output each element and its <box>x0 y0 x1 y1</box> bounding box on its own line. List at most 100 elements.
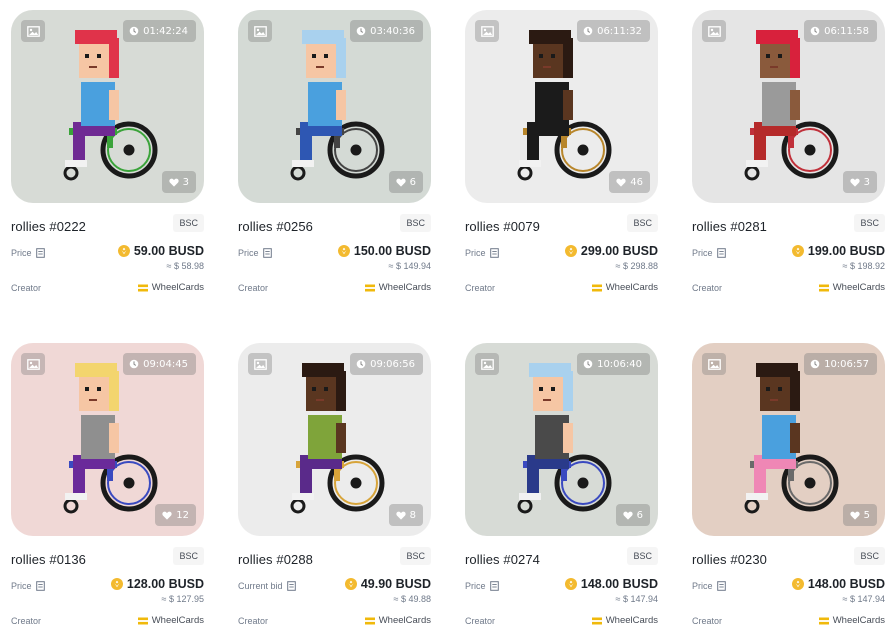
creator-link[interactable]: WheelCards <box>591 615 658 625</box>
character-shoes <box>292 493 314 500</box>
price-label: Price <box>11 581 45 591</box>
character-shins <box>527 467 539 495</box>
price-label: Price <box>238 248 272 258</box>
nft-thumbnail[interactable]: 10:06:40 6 <box>465 343 658 536</box>
nft-thumbnail[interactable]: 10:06:57 5 <box>692 343 885 536</box>
busd-coin-icon <box>117 245 130 257</box>
clock-icon <box>356 26 366 36</box>
usd-equivalent: ≈ $ 147.94 <box>843 594 885 604</box>
price-value: 148.00 BUSD <box>791 577 885 591</box>
creator-link[interactable]: WheelCards <box>818 282 885 293</box>
usd-equivalent: ≈ $ 147.94 <box>616 594 658 604</box>
creator-label-text: Creator <box>465 616 496 625</box>
nft-card[interactable]: 06:11:32 46 rollies #0079 BSC Price 299.… <box>454 2 662 302</box>
chain-text: BSC <box>179 551 198 561</box>
price-label: Price <box>692 248 726 258</box>
nft-thumbnail[interactable]: 01:42:24 3 <box>11 10 204 203</box>
character-eye <box>766 54 770 58</box>
likes-text: 6 <box>636 509 643 521</box>
character-mouth <box>89 399 97 401</box>
nft-thumbnail[interactable]: 06:11:32 46 <box>465 10 658 203</box>
character-arm <box>790 90 800 120</box>
heart-icon <box>395 178 406 187</box>
nft-card[interactable]: 01:42:24 3 rollies #0222 BSC Price 59.00… <box>0 2 208 302</box>
wheelchair-hub <box>350 477 362 489</box>
title-text: rollies #0230 <box>692 552 768 567</box>
creator-link[interactable]: WheelCards <box>364 282 431 293</box>
nft-card[interactable]: 09:04:45 12 rollies #0136 BSC Price 128.… <box>0 335 208 625</box>
price-label-text: Price <box>692 248 713 258</box>
character-mouth <box>316 399 324 401</box>
nft-card[interactable]: 06:11:58 3 rollies #0281 BSC Price 199.0… <box>681 2 885 302</box>
nft-title[interactable]: rollies #0256 <box>238 219 313 234</box>
creator-link[interactable]: WheelCards <box>137 615 204 625</box>
character-eye <box>312 54 316 58</box>
nft-thumbnail[interactable]: 03:40:36 6 <box>238 10 431 203</box>
nft-title[interactable]: rollies #0230 <box>692 552 767 567</box>
price-text: 199.00 BUSD <box>807 244 885 258</box>
creator-link[interactable]: WheelCards <box>591 282 658 293</box>
like-button[interactable]: 6 <box>615 504 650 526</box>
nft-title[interactable]: rollies #0222 <box>11 219 86 234</box>
character-head <box>760 373 794 411</box>
chain-badge: BSC <box>627 547 658 565</box>
like-button[interactable]: 3 <box>161 171 196 193</box>
character-head <box>306 373 340 411</box>
nft-title[interactable]: rollies #0274 <box>465 552 540 567</box>
nft-thumbnail[interactable]: 09:06:56 8 <box>238 343 431 536</box>
character-eye <box>97 387 101 391</box>
nft-title[interactable]: rollies #0281 <box>692 219 767 234</box>
price-label: Price <box>465 581 499 591</box>
creator-link[interactable]: WheelCards <box>137 282 204 293</box>
like-button[interactable]: 3 <box>842 171 877 193</box>
chain-text: BSC <box>406 551 425 561</box>
creator-link[interactable]: WheelCards <box>818 615 885 625</box>
character-arm <box>336 90 346 120</box>
creator-label-text: Creator <box>11 283 42 293</box>
title-text: rollies #0281 <box>692 219 768 234</box>
character-shoes <box>519 160 541 167</box>
clock-icon <box>583 26 593 36</box>
nft-thumbnail[interactable]: 06:11:58 3 <box>692 10 885 203</box>
character-eye <box>85 54 89 58</box>
character-shins <box>754 134 766 162</box>
receipt-icon <box>35 248 45 258</box>
price-label-text: Price <box>11 248 32 258</box>
receipt-icon <box>262 248 272 258</box>
creator-text: WheelCards <box>151 615 204 625</box>
character-hair-back <box>563 38 573 78</box>
wheelcards-logo-icon <box>137 284 148 291</box>
nft-card[interactable]: 03:40:36 6 rollies #0256 BSC Price 150.0… <box>227 2 435 302</box>
like-button[interactable]: 46 <box>609 171 650 193</box>
clock-icon <box>810 359 820 369</box>
character-eye <box>539 54 543 58</box>
usd-text: ≈ $ 149.94 <box>388 261 431 271</box>
nft-card[interactable]: 10:06:40 6 rollies #0274 BSC Price 148.0… <box>454 335 662 625</box>
timer-text: 09:06:56 <box>370 358 415 370</box>
nft-title[interactable]: rollies #0079 <box>465 219 540 234</box>
character-hair-back <box>563 371 573 411</box>
creator-link[interactable]: WheelCards <box>364 615 431 625</box>
like-button[interactable]: 5 <box>842 504 877 526</box>
character-arm <box>563 90 573 120</box>
character-eye <box>766 387 770 391</box>
character-eye <box>551 387 555 391</box>
character-mouth <box>316 66 324 68</box>
usd-equivalent: ≈ $ 198.92 <box>843 261 885 271</box>
creator-label: Creator <box>465 283 495 293</box>
nft-title[interactable]: rollies #0288 <box>238 552 313 567</box>
like-button[interactable]: 6 <box>388 171 423 193</box>
heart-icon <box>162 511 172 520</box>
usd-text: ≈ $ 198.92 <box>842 261 885 271</box>
like-button[interactable]: 8 <box>388 504 423 526</box>
nft-card[interactable]: 09:06:56 8 rollies #0288 BSC Current bid… <box>227 335 435 625</box>
character-mouth <box>543 399 551 401</box>
nft-thumbnail[interactable]: 09:04:45 12 <box>11 343 204 536</box>
price-label-text: Price <box>692 581 713 591</box>
wheelcards-logo-icon <box>591 284 602 291</box>
nft-title[interactable]: rollies #0136 <box>11 552 86 567</box>
usd-text: ≈ $ 147.94 <box>615 594 658 604</box>
chain-text: BSC <box>179 218 198 228</box>
nft-card[interactable]: 10:06:57 5 rollies #0230 BSC Price 148.0… <box>681 335 885 625</box>
like-button[interactable]: 12 <box>155 504 196 526</box>
